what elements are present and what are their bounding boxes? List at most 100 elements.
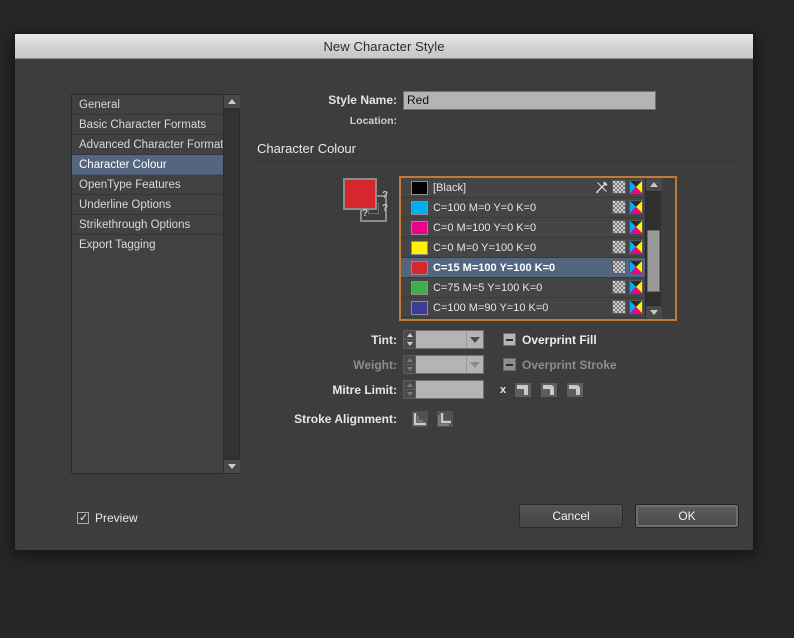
weight-stepper-down[interactable] <box>404 365 415 373</box>
align-stroke-outside-button[interactable] <box>437 411 453 427</box>
dialog-body: General Basic Character Formats Advanced… <box>15 59 753 550</box>
swatch-color-chip <box>411 280 428 295</box>
tint-dropdown-button[interactable] <box>466 331 483 348</box>
sidebar-item-underline-options[interactable]: Underline Options <box>72 195 223 215</box>
right-pane: Style Name: Red Location: Character Colo… <box>255 89 735 427</box>
style-name-input[interactable]: Red <box>403 90 656 110</box>
align-stroke-inside-button[interactable] <box>412 411 428 427</box>
mitre-limit-input[interactable] <box>416 380 484 399</box>
triangle-up-icon <box>650 182 658 187</box>
triangle-up-icon <box>406 383 413 387</box>
mitre-limit-row: Mitre Limit: x <box>255 378 735 401</box>
cmyk-process-icon <box>629 260 643 274</box>
dash-icon <box>506 338 513 341</box>
swatch-name: C=100 M=90 Y=10 K=0 <box>433 301 549 314</box>
swatch-name: C=15 M=100 Y=100 K=0 <box>433 261 556 274</box>
sidebar-item-opentype-features[interactable]: OpenType Features <box>72 175 223 195</box>
swatch-area: ? ? ? [Black] C=100 M=0 Y=0 K=0 C=0 M=10… <box>255 176 735 427</box>
bevel-join-icon <box>541 382 558 397</box>
swatch-row-red-selected[interactable]: C=15 M=100 Y=100 K=0 <box>401 258 645 278</box>
pen-nib-crossed-icon <box>596 181 608 194</box>
swatch-row-icons <box>612 200 643 214</box>
weight-label: Weight: <box>353 357 397 372</box>
round-join-icon <box>567 382 584 397</box>
swatch-row-icons <box>612 240 643 254</box>
weight-combo[interactable] <box>416 355 484 374</box>
sidebar-item-general[interactable]: General <box>72 95 223 115</box>
triangle-down-icon <box>406 392 413 396</box>
tint-checker-icon <box>612 180 626 194</box>
window-title: New Character Style <box>323 38 445 54</box>
mitre-limit-stepper-up[interactable] <box>404 381 415 390</box>
cancel-button[interactable]: Cancel <box>519 504 623 528</box>
sidebar-scroll-up-button[interactable] <box>224 95 240 109</box>
tint-checker-icon <box>612 300 626 314</box>
title-bar[interactable]: New Character Style <box>15 34 753 59</box>
sidebar-item-character-colour[interactable]: Character Colour <box>72 155 223 175</box>
swatch-scroll-up-button[interactable] <box>646 178 662 192</box>
round-join-button[interactable] <box>566 382 584 398</box>
overprint-fill-checkbox-wrap[interactable]: Overprint Fill <box>503 333 597 347</box>
swatch-row-icons <box>612 300 643 314</box>
location-label: Location: <box>349 115 397 127</box>
sidebar-item-advanced-character-formats[interactable]: Advanced Character Formats <box>72 135 223 155</box>
mitre-limit-stepper-down[interactable] <box>404 390 415 398</box>
dialog-window: New Character Style General Basic Charac… <box>14 33 754 551</box>
category-list: General Basic Character Formats Advanced… <box>72 95 223 473</box>
preview-checkbox[interactable]: ✓ <box>77 512 89 524</box>
swatch-name: C=100 M=0 Y=0 K=0 <box>433 201 537 214</box>
tint-stepper[interactable] <box>403 330 416 349</box>
overprint-stroke-label: Overprint Stroke <box>522 357 617 372</box>
miter-join-icon <box>515 382 532 397</box>
style-name-row: Style Name: Red <box>255 89 735 111</box>
triangle-up-icon <box>406 333 413 337</box>
tint-label: Tint: <box>371 332 397 347</box>
miter-join-button[interactable] <box>514 382 532 398</box>
swatch-list[interactable]: [Black] C=100 M=0 Y=0 K=0 C=0 M=100 Y=0 … <box>401 178 645 319</box>
swatch-row-cyan[interactable]: C=100 M=0 Y=0 K=0 <box>401 198 645 218</box>
mitre-limit-stepper[interactable] <box>403 380 416 399</box>
tint-stepper-down[interactable] <box>404 340 415 348</box>
swatch-row-icons <box>612 280 643 294</box>
swatch-list-scrollbar[interactable] <box>645 178 662 319</box>
tint-row: Tint: Overprint Fill <box>255 328 735 351</box>
swatch-row-magenta[interactable]: C=0 M=100 Y=0 K=0 <box>401 218 645 238</box>
overprint-fill-checkbox[interactable] <box>503 333 516 346</box>
section-divider <box>255 161 735 162</box>
sidebar-scroll-down-button[interactable] <box>224 459 240 473</box>
swatch-color-chip <box>411 220 428 235</box>
swatch-row-icons <box>612 220 643 234</box>
category-sidebar: General Basic Character Formats Advanced… <box>71 94 240 474</box>
weight-value[interactable] <box>416 356 466 373</box>
tint-checker-icon <box>612 260 626 274</box>
sidebar-scrollbar[interactable] <box>223 95 240 473</box>
sidebar-item-basic-character-formats[interactable]: Basic Character Formats <box>72 115 223 135</box>
swatch-row-icons <box>595 180 643 194</box>
sidebar-item-strikethrough-options[interactable]: Strikethrough Options <box>72 215 223 235</box>
tint-combo[interactable] <box>416 330 484 349</box>
swatch-scroll-down-button[interactable] <box>646 305 662 319</box>
tint-value[interactable] <box>416 331 466 348</box>
swatch-row-yellow[interactable]: C=0 M=0 Y=100 K=0 <box>401 238 645 258</box>
stroke-alignment-row: Stroke Alignment: <box>255 411 735 427</box>
tint-checker-icon <box>612 240 626 254</box>
overprint-fill-label: Overprint Fill <box>522 332 597 347</box>
swatch-name: [Black] <box>433 181 467 194</box>
overprint-stroke-checkbox <box>503 358 516 371</box>
weight-dropdown-button[interactable] <box>466 356 483 373</box>
tint-stepper-up[interactable] <box>404 331 415 340</box>
swatch-row-icons <box>612 260 643 274</box>
fill-swatch[interactable] <box>343 178 377 210</box>
weight-stepper-up[interactable] <box>404 356 415 365</box>
swatch-row-green[interactable]: C=75 M=5 Y=100 K=0 <box>401 278 645 298</box>
cmyk-process-icon <box>629 200 643 214</box>
weight-stepper[interactable] <box>403 355 416 374</box>
swatch-row-black[interactable]: [Black] <box>401 178 645 198</box>
ok-button[interactable]: OK <box>635 504 739 528</box>
align-stroke-outside-icon <box>437 411 453 427</box>
sidebar-item-export-tagging[interactable]: Export Tagging <box>72 235 223 255</box>
swatch-scrollbar-thumb[interactable] <box>647 230 660 292</box>
preview-checkbox-wrap[interactable]: ✓ Preview <box>77 511 138 525</box>
swatch-row-blue[interactable]: C=100 M=90 Y=10 K=0 <box>401 298 645 318</box>
bevel-join-button[interactable] <box>540 382 558 398</box>
